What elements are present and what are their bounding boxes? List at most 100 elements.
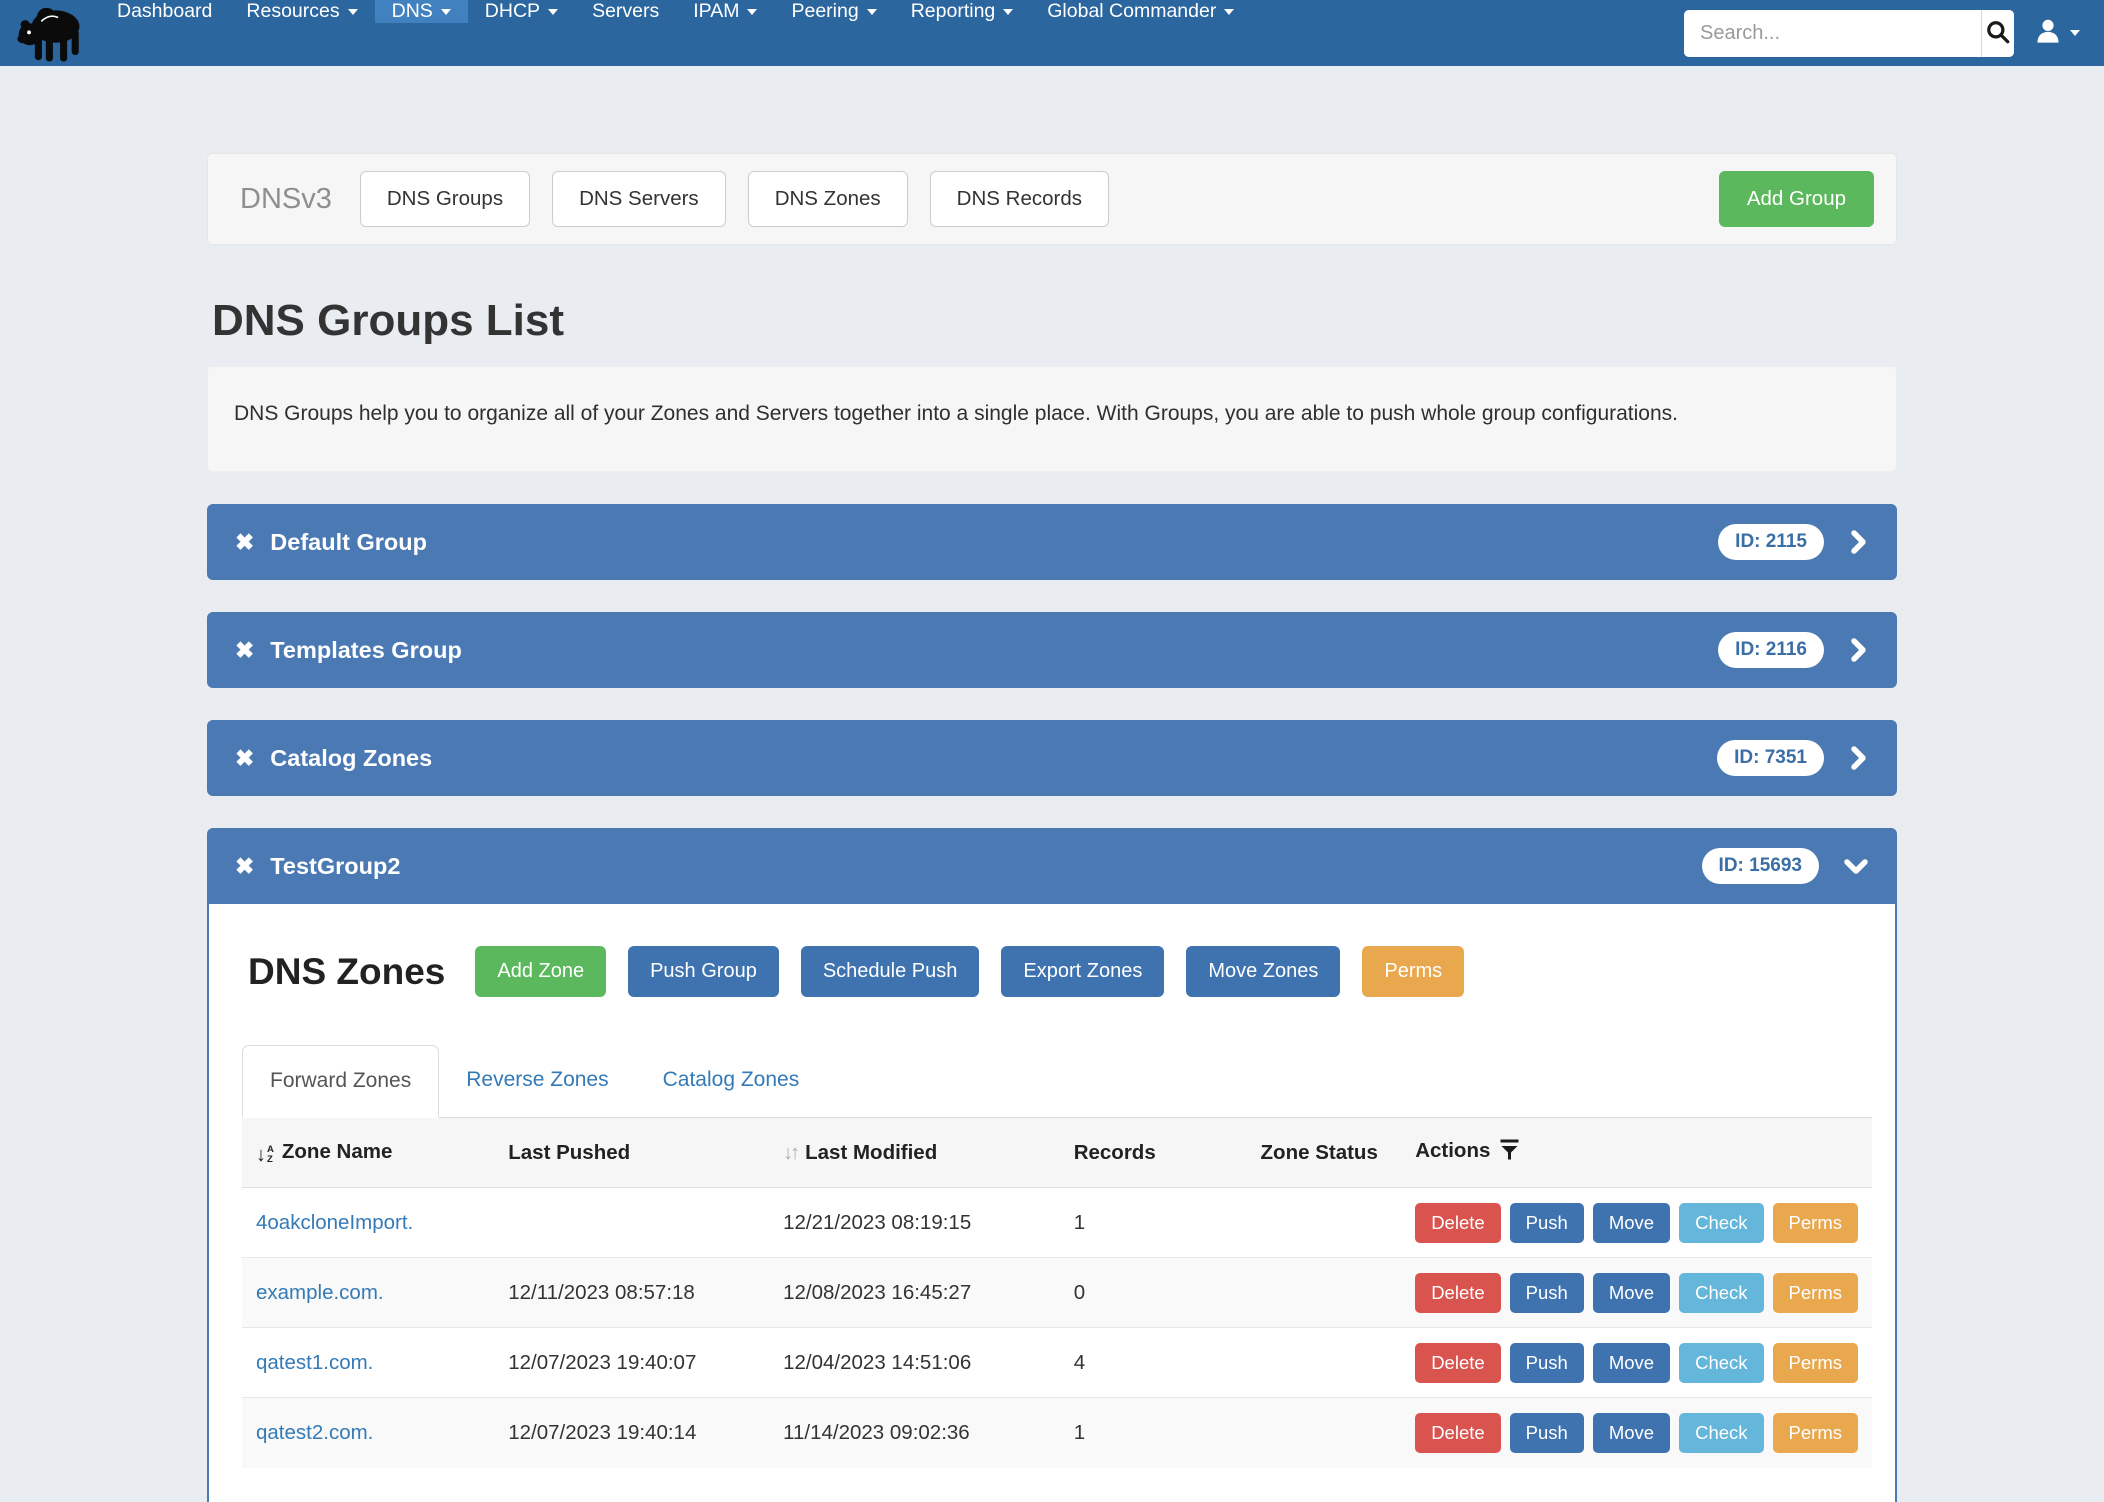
user-menu[interactable] [2034,17,2080,50]
perms-button[interactable]: Perms [1773,1273,1858,1313]
sort-alpha-icon[interactable]: ↓AZ [256,1145,274,1165]
export-zones-button[interactable]: Export Zones [1001,946,1164,997]
perms-button[interactable]: Perms [1773,1343,1858,1383]
push-button[interactable]: Push [1510,1273,1584,1313]
check-button[interactable]: Check [1679,1413,1763,1453]
delete-group-icon[interactable]: ✖ [235,531,254,554]
move-button[interactable]: Move [1593,1413,1670,1453]
check-button[interactable]: Check [1679,1273,1763,1313]
column-zone-name[interactable]: ↓AZZone Name [242,1118,494,1188]
delete-group-icon[interactable]: ✖ [235,855,254,878]
push-group-button[interactable]: Push Group [628,946,779,997]
group-bar-testgroup2[interactable]: ✖ TestGroup2 ID: 15693 [207,828,1897,904]
search-box [1684,10,2014,57]
delete-button[interactable]: Delete [1415,1413,1500,1453]
column-last-pushed[interactable]: Last Pushed [494,1118,769,1188]
chevron-right-icon[interactable] [1848,529,1869,555]
row-actions: Delete Push Move Check Perms [1415,1413,1858,1453]
tab-catalog-zones[interactable]: Catalog Zones [636,1045,827,1117]
add-group-button[interactable]: Add Group [1719,171,1874,227]
nav-item-servers[interactable]: Servers [575,0,676,23]
delete-group-icon[interactable]: ✖ [235,639,254,662]
delete-group-icon[interactable]: ✖ [235,747,254,770]
tab-reverse-zones[interactable]: Reverse Zones [439,1045,635,1117]
delete-button[interactable]: Delete [1415,1273,1500,1313]
table-row: example.com. 12/11/2023 08:57:18 12/08/2… [242,1258,1872,1328]
delete-button[interactable]: Delete [1415,1203,1500,1243]
group-name: Catalog Zones [270,745,432,772]
zone-status-cell [1247,1398,1402,1468]
nav-item-dashboard[interactable]: Dashboard [100,0,229,23]
records-cell: 1 [1060,1398,1247,1468]
chevron-down-icon[interactable] [1843,856,1869,877]
dns-servers-button[interactable]: DNS Servers [552,171,726,227]
last-modified-cell: 12/04/2023 14:51:06 [769,1328,1060,1398]
chevron-right-icon[interactable] [1848,637,1869,663]
row-actions: Delete Push Move Check Perms [1415,1343,1858,1383]
check-button[interactable]: Check [1679,1203,1763,1243]
group-bar-templates-group[interactable]: ✖ Templates Group ID: 2116 [207,612,1897,688]
push-button[interactable]: Push [1510,1413,1584,1453]
group-catalog-zones: ✖ Catalog Zones ID: 7351 [207,720,1897,796]
push-button[interactable]: Push [1510,1343,1584,1383]
user-icon [2034,17,2062,50]
zone-status-cell [1247,1188,1402,1258]
nav-item-ipam[interactable]: IPAM [676,0,774,23]
search-button[interactable] [1981,10,2014,57]
filter-icon[interactable] [1500,1142,1519,1165]
zones-header: DNS Zones Add Zone Push Group Schedule P… [242,946,1872,997]
perms-button[interactable]: Perms [1362,946,1464,997]
records-cell: 0 [1060,1258,1247,1328]
column-last-modified[interactable]: ↓↑Last Modified [769,1118,1060,1188]
move-button[interactable]: Move [1593,1273,1670,1313]
page-title: DNS Groups List [212,299,1897,343]
column-records[interactable]: Records [1060,1118,1247,1188]
nav-item-dns[interactable]: DNS [375,0,468,23]
caret-down-icon [1003,9,1013,15]
nav-item-global-commander[interactable]: Global Commander [1030,0,1251,23]
row-actions: Delete Push Move Check Perms [1415,1203,1858,1243]
sort-updown-icon[interactable]: ↓↑ [783,1142,797,1164]
add-zone-button[interactable]: Add Zone [475,946,606,997]
group-bar-default-group[interactable]: ✖ Default Group ID: 2115 [207,504,1897,580]
nav-item-peering[interactable]: Peering [774,0,893,23]
move-zones-button[interactable]: Move Zones [1186,946,1340,997]
move-button[interactable]: Move [1593,1203,1670,1243]
zone-link[interactable]: 4oakcloneImport. [256,1211,413,1234]
perms-button[interactable]: Perms [1773,1413,1858,1453]
top-navbar: Dashboard Resources DNS DHCP Servers IPA… [0,0,2104,66]
move-button[interactable]: Move [1593,1343,1670,1383]
zone-link[interactable]: example.com. [256,1281,384,1304]
nav-item-dhcp[interactable]: DHCP [468,0,575,23]
forward-zones-table: ↓AZZone Name Last Pushed ↓↑Last Modified… [242,1118,1872,1468]
table-header-row: ↓AZZone Name Last Pushed ↓↑Last Modified… [242,1118,1872,1188]
zone-link[interactable]: qatest2.com. [256,1421,373,1444]
nav-item-resources[interactable]: Resources [229,0,374,23]
zone-link[interactable]: qatest1.com. [256,1351,373,1374]
check-button[interactable]: Check [1679,1343,1763,1383]
last-modified-cell: 12/08/2023 16:45:27 [769,1258,1060,1328]
group-body-testgroup2: DNS Zones Add Zone Push Group Schedule P… [207,904,1897,1502]
dns-groups-button[interactable]: DNS Groups [360,171,530,227]
dns-zones-button[interactable]: DNS Zones [748,171,908,227]
search-icon [1985,19,2011,48]
nav-item-reporting[interactable]: Reporting [894,0,1031,23]
delete-button[interactable]: Delete [1415,1343,1500,1383]
push-button[interactable]: Push [1510,1203,1584,1243]
group-default: ✖ Default Group ID: 2115 [207,504,1897,580]
zone-tabs: Forward Zones Reverse Zones Catalog Zone… [242,1045,1872,1118]
table-row: 4oakcloneImport. 12/21/2023 08:19:15 1 D… [242,1188,1872,1258]
caret-down-icon [2070,30,2080,36]
group-id-badge: ID: 2115 [1718,524,1824,560]
tab-forward-zones[interactable]: Forward Zones [242,1045,439,1118]
main-nav: Dashboard Resources DNS DHCP Servers IPA… [100,0,1251,66]
dns-records-button[interactable]: DNS Records [930,171,1109,227]
group-bar-catalog-zones[interactable]: ✖ Catalog Zones ID: 7351 [207,720,1897,796]
last-modified-cell: 11/14/2023 09:02:36 [769,1398,1060,1468]
zone-status-cell [1247,1328,1402,1398]
chevron-right-icon[interactable] [1848,745,1869,771]
perms-button[interactable]: Perms [1773,1203,1858,1243]
column-zone-status[interactable]: Zone Status [1247,1118,1402,1188]
search-input[interactable] [1684,10,1981,57]
schedule-push-button[interactable]: Schedule Push [801,946,980,997]
